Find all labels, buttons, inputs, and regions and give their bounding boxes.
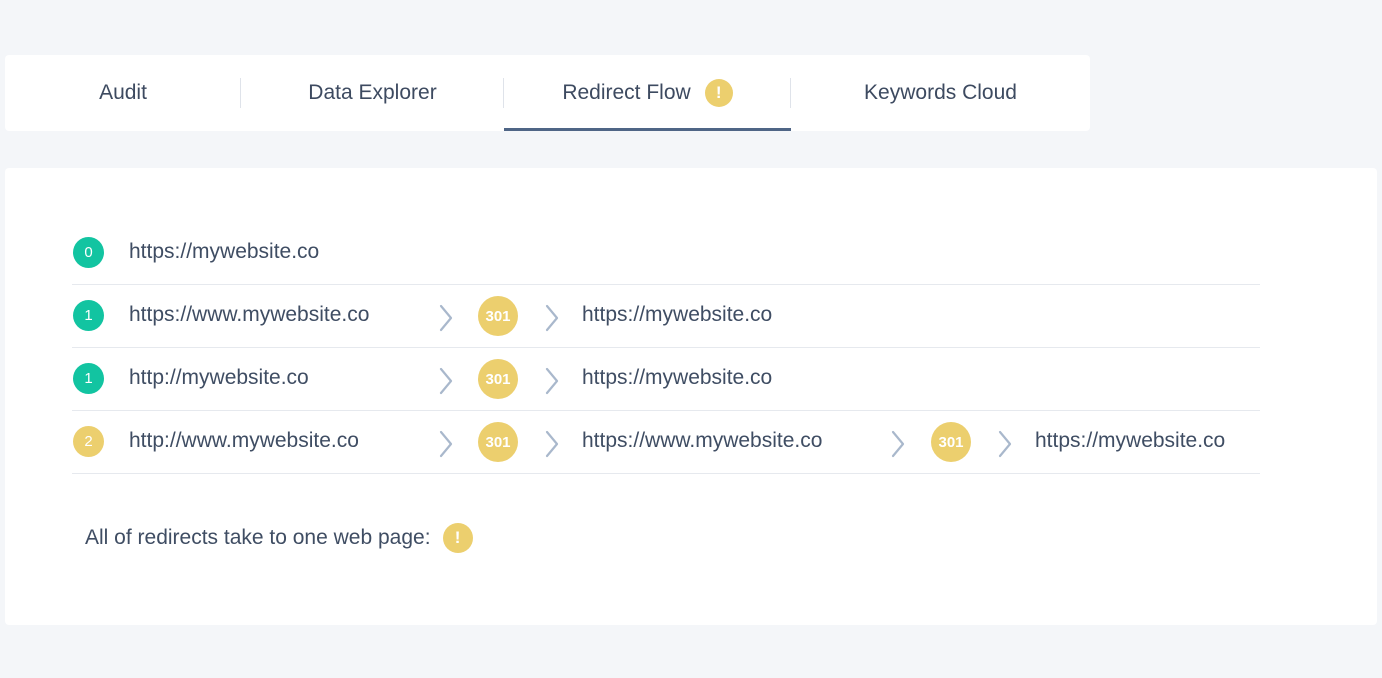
tab-bar: Audit Data Explorer Redirect Flow ! Keyw… — [5, 55, 1090, 131]
tab-label: Data Explorer — [308, 81, 437, 104]
tab-audit[interactable]: Audit — [5, 55, 241, 131]
status-code-badge: 301 — [931, 422, 971, 462]
summary-text: All of redirects take to one web page: — [85, 526, 431, 549]
source-url: http://www.mywebsite.co — [129, 429, 359, 452]
chevron-right-icon — [439, 367, 453, 395]
redirect-summary: All of redirects take to one web page: ! — [85, 523, 473, 553]
chevron-right-icon — [545, 304, 559, 332]
chevron-right-icon — [439, 430, 453, 458]
target-url: https://www.mywebsite.co — [582, 429, 823, 452]
tab-label: Redirect Flow — [562, 81, 691, 104]
hop-count-badge: 0 — [73, 237, 104, 268]
redirect-row: 1 http://mywebsite.co 301 https://mywebs… — [72, 348, 1260, 411]
redirect-row: 1 https://www.mywebsite.co 301 https://m… — [72, 285, 1260, 348]
hop-count-badge: 2 — [73, 426, 104, 457]
chevron-right-icon — [891, 430, 905, 458]
target-url: https://mywebsite.co — [1035, 429, 1226, 452]
tab-data-explorer[interactable]: Data Explorer — [241, 55, 504, 131]
chevron-right-icon — [998, 430, 1012, 458]
chevron-right-icon — [545, 430, 559, 458]
redirect-row: 0 https://mywebsite.co — [72, 222, 1260, 285]
warning-icon: ! — [442, 523, 473, 553]
tab-label: Keywords Cloud — [864, 81, 1017, 104]
chevron-right-icon — [545, 367, 559, 395]
tab-label: Audit — [99, 81, 147, 104]
hop-count-badge: 1 — [73, 363, 104, 394]
status-code-badge: 301 — [478, 359, 518, 399]
hop-count-badge: 1 — [73, 300, 104, 331]
source-url: http://mywebsite.co — [129, 366, 309, 389]
redirect-row: 2 http://www.mywebsite.co 301 https://ww… — [72, 411, 1260, 474]
warning-icon: ! — [704, 79, 733, 107]
redirect-flow-panel: 0 https://mywebsite.co 1 https://www.myw… — [5, 168, 1377, 625]
source-url: https://www.mywebsite.co — [129, 303, 370, 326]
target-url: https://mywebsite.co — [582, 366, 773, 389]
chevron-right-icon — [439, 304, 453, 332]
target-url: https://mywebsite.co — [582, 303, 773, 326]
tab-keywords-cloud[interactable]: Keywords Cloud — [791, 55, 1090, 131]
tab-redirect-flow[interactable]: Redirect Flow ! — [504, 55, 791, 131]
status-code-badge: 301 — [478, 422, 518, 462]
status-code-badge: 301 — [478, 296, 518, 336]
source-url: https://mywebsite.co — [129, 240, 320, 263]
